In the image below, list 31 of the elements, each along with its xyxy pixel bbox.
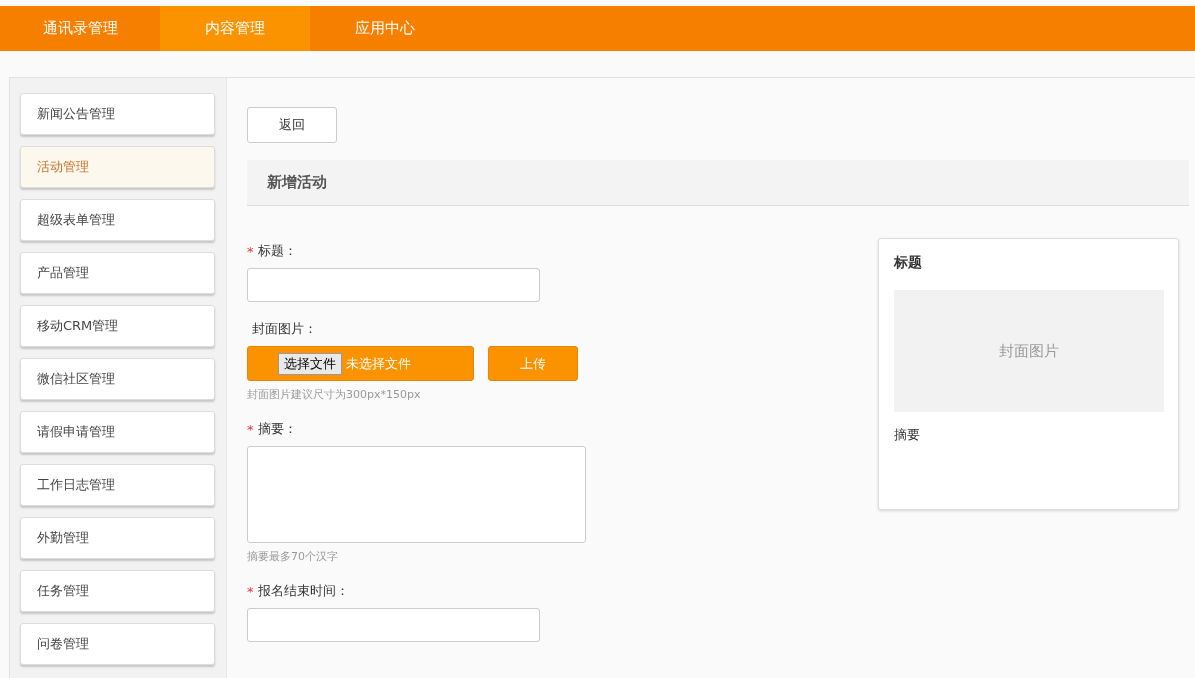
required-mark: *: [247, 421, 254, 437]
required-mark: *: [247, 583, 254, 599]
sidebar-item[interactable]: 外勤管理: [20, 517, 215, 559]
sidebar-item[interactable]: 请假申请管理: [20, 411, 215, 453]
back-button[interactable]: 返回: [247, 107, 337, 143]
file-picker[interactable]: 选择文件 未选择文件: [247, 346, 474, 381]
field-hint: 封面图片建议尺寸为300px*150px: [247, 387, 422, 402]
sidebar-item[interactable]: 超级表单管理: [20, 199, 215, 241]
field-hint: 摘要最多70个汉字: [247, 549, 339, 564]
field-label: 摘要：: [257, 420, 297, 438]
field-label: 标题：: [257, 242, 297, 260]
section-title: 新增活动: [267, 173, 327, 192]
sidebar-item[interactable]: 新闻公告管理: [20, 93, 215, 135]
placeholder-text: 封面图片: [999, 341, 1059, 361]
choose-file-button[interactable]: 选择文件: [278, 352, 342, 375]
preview-summary: 摘要: [894, 426, 921, 444]
field-label: 报名结束时间：: [257, 582, 349, 600]
sidebar-item[interactable]: 任务管理: [20, 570, 215, 612]
sidebar-item[interactable]: 活动管理: [20, 146, 215, 188]
file-status: 未选择文件: [346, 354, 411, 373]
input-field[interactable]: [247, 268, 540, 302]
sidebar-item[interactable]: 产品管理: [20, 252, 215, 294]
sidebar-item[interactable]: 移动CRM管理: [20, 305, 215, 347]
required-mark: *: [247, 243, 254, 259]
sidebar-item[interactable]: 问卷管理: [20, 623, 215, 665]
input-field[interactable]: [247, 608, 540, 642]
sidebar-item[interactable]: 工作日志管理: [20, 464, 215, 506]
sidebar-item[interactable]: 微信社区管理: [20, 358, 215, 400]
textarea-field[interactable]: [247, 446, 586, 543]
field-label: 封面图片：: [252, 320, 317, 338]
preview-title: 标题: [894, 254, 923, 272]
